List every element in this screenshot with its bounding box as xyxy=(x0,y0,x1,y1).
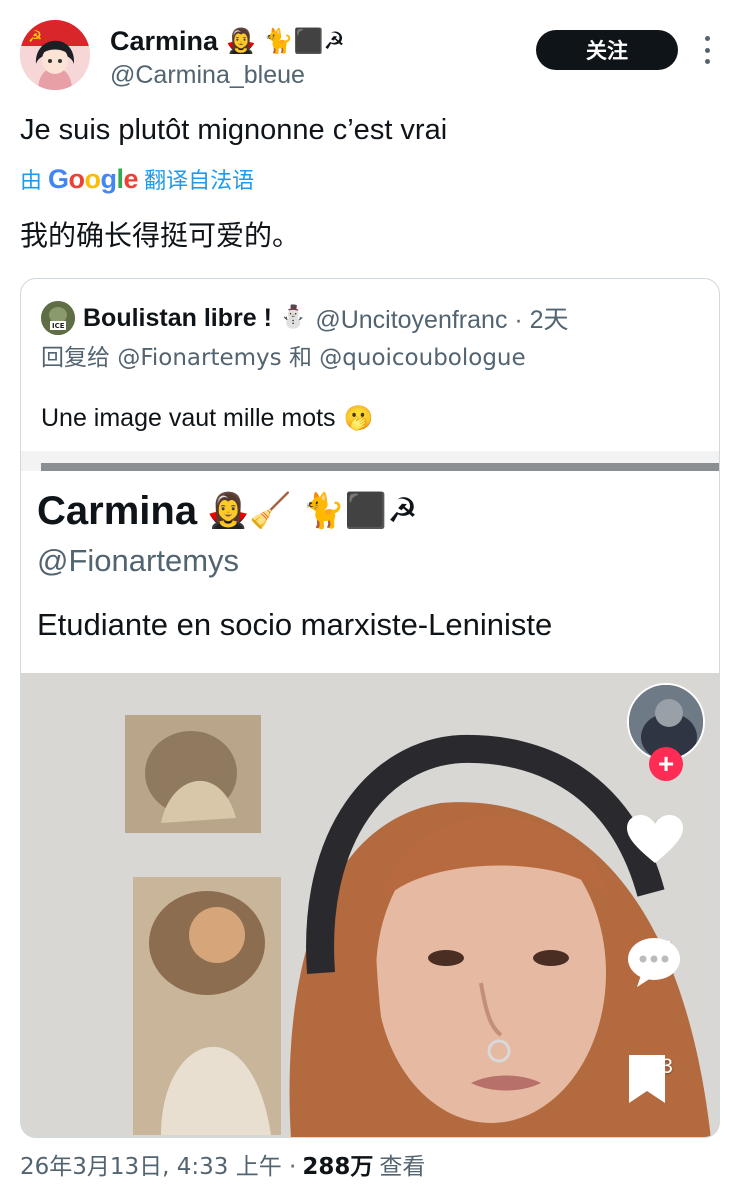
google-logo: Google xyxy=(48,163,139,194)
author-avatar[interactable]: ☭ xyxy=(20,20,90,90)
embedded-profile-card: Carmina 🧛‍♀️🧹 🐈⬛☭ @Fionartemys Etudiante… xyxy=(21,471,719,673)
quoted-text: Une image vaut mille mots 🫢 xyxy=(41,401,373,435)
tweet-footer: 26年3月13日, 4:33 上午 · 288万 查看 xyxy=(20,1150,425,1184)
reply-prefix: 回复给 xyxy=(41,345,110,371)
face-hand-over-mouth-icon: 🫢 xyxy=(343,404,374,432)
embedded-emojis: 🧛‍♀️🧹 🐈⬛☭ xyxy=(207,491,418,531)
timestamp[interactable]: 26年3月13日, 4:33 上午 · xyxy=(20,1150,296,1184)
quoted-author-avatar[interactable]: ICE xyxy=(41,301,75,335)
follow-button[interactable]: 关注 xyxy=(536,30,678,70)
like-action[interactable]: 28 xyxy=(627,815,707,863)
quoted-author-handle[interactable]: @Uncitoyenfranc · 2天 xyxy=(315,300,568,336)
tweet-text: Je suis plutôt mignonne c’est vrai xyxy=(20,114,448,146)
reply-user-1[interactable]: @Fionartemys xyxy=(117,345,281,371)
video-scene-illustration xyxy=(21,673,719,1137)
screenshot-top-edge xyxy=(41,463,719,471)
embedded-bio: Etudiante en socio marxiste-Leniniste xyxy=(37,607,553,642)
follow-plus-icon[interactable]: + xyxy=(649,747,683,781)
translation-attribution[interactable]: 由 Google 翻译自法语 xyxy=(20,162,254,196)
save-action[interactable]: 3 xyxy=(627,1055,707,1103)
reply-and: 和 xyxy=(288,345,312,371)
quoted-tweet[interactable]: ICE Boulistan libre ! ⛄ @Uncitoyenfranc … xyxy=(20,278,720,1138)
more-options-icon[interactable] xyxy=(700,36,714,64)
embedded-video-frame: + 28 4 3 xyxy=(21,673,719,1137)
translate-suffix: 翻译自法语 xyxy=(144,169,255,194)
snowman-icon: ⛄ xyxy=(279,305,308,330)
view-count: 288万 xyxy=(302,1154,374,1180)
translated-text: 我的确长得挺可爱的。 xyxy=(20,219,301,252)
svg-text:☭: ☭ xyxy=(28,27,42,46)
quoted-author-name[interactable]: Boulistan libre ! xyxy=(83,304,272,333)
tweet-header: ☭ Carmina 🧛‍♀️ 🐈⬛☭ @Carmina_bleue 关注 xyxy=(0,0,741,110)
embedded-handle: @Fionartemys xyxy=(37,543,240,578)
reply-context: 回复给 @Fionartemys 和 @quoicoubologue xyxy=(41,341,526,375)
translate-prefix: 由 xyxy=(20,169,43,194)
bookmark-icon[interactable] xyxy=(627,1055,667,1105)
heart-icon[interactable] xyxy=(627,815,683,865)
comment-action[interactable]: 4 xyxy=(627,937,707,987)
comment-icon[interactable] xyxy=(627,937,681,987)
author-handle[interactable]: @Carmina_bleue xyxy=(110,60,305,90)
views-label: 查看 xyxy=(379,1154,426,1180)
quoted-text-content: Une image vaut mille mots xyxy=(41,404,336,432)
reply-user-2[interactable]: @quoicoubologue xyxy=(319,345,525,371)
author-name[interactable]: Carmina xyxy=(110,24,218,58)
author-emojis: 🧛‍♀️ 🐈⬛☭ xyxy=(226,27,345,55)
embedded-name: Carmina xyxy=(37,489,198,533)
svg-text:ICE: ICE xyxy=(52,322,65,330)
quoted-media-image[interactable]: Carmina 🧛‍♀️🧹 🐈⬛☭ @Fionartemys Etudiante… xyxy=(21,451,719,1137)
